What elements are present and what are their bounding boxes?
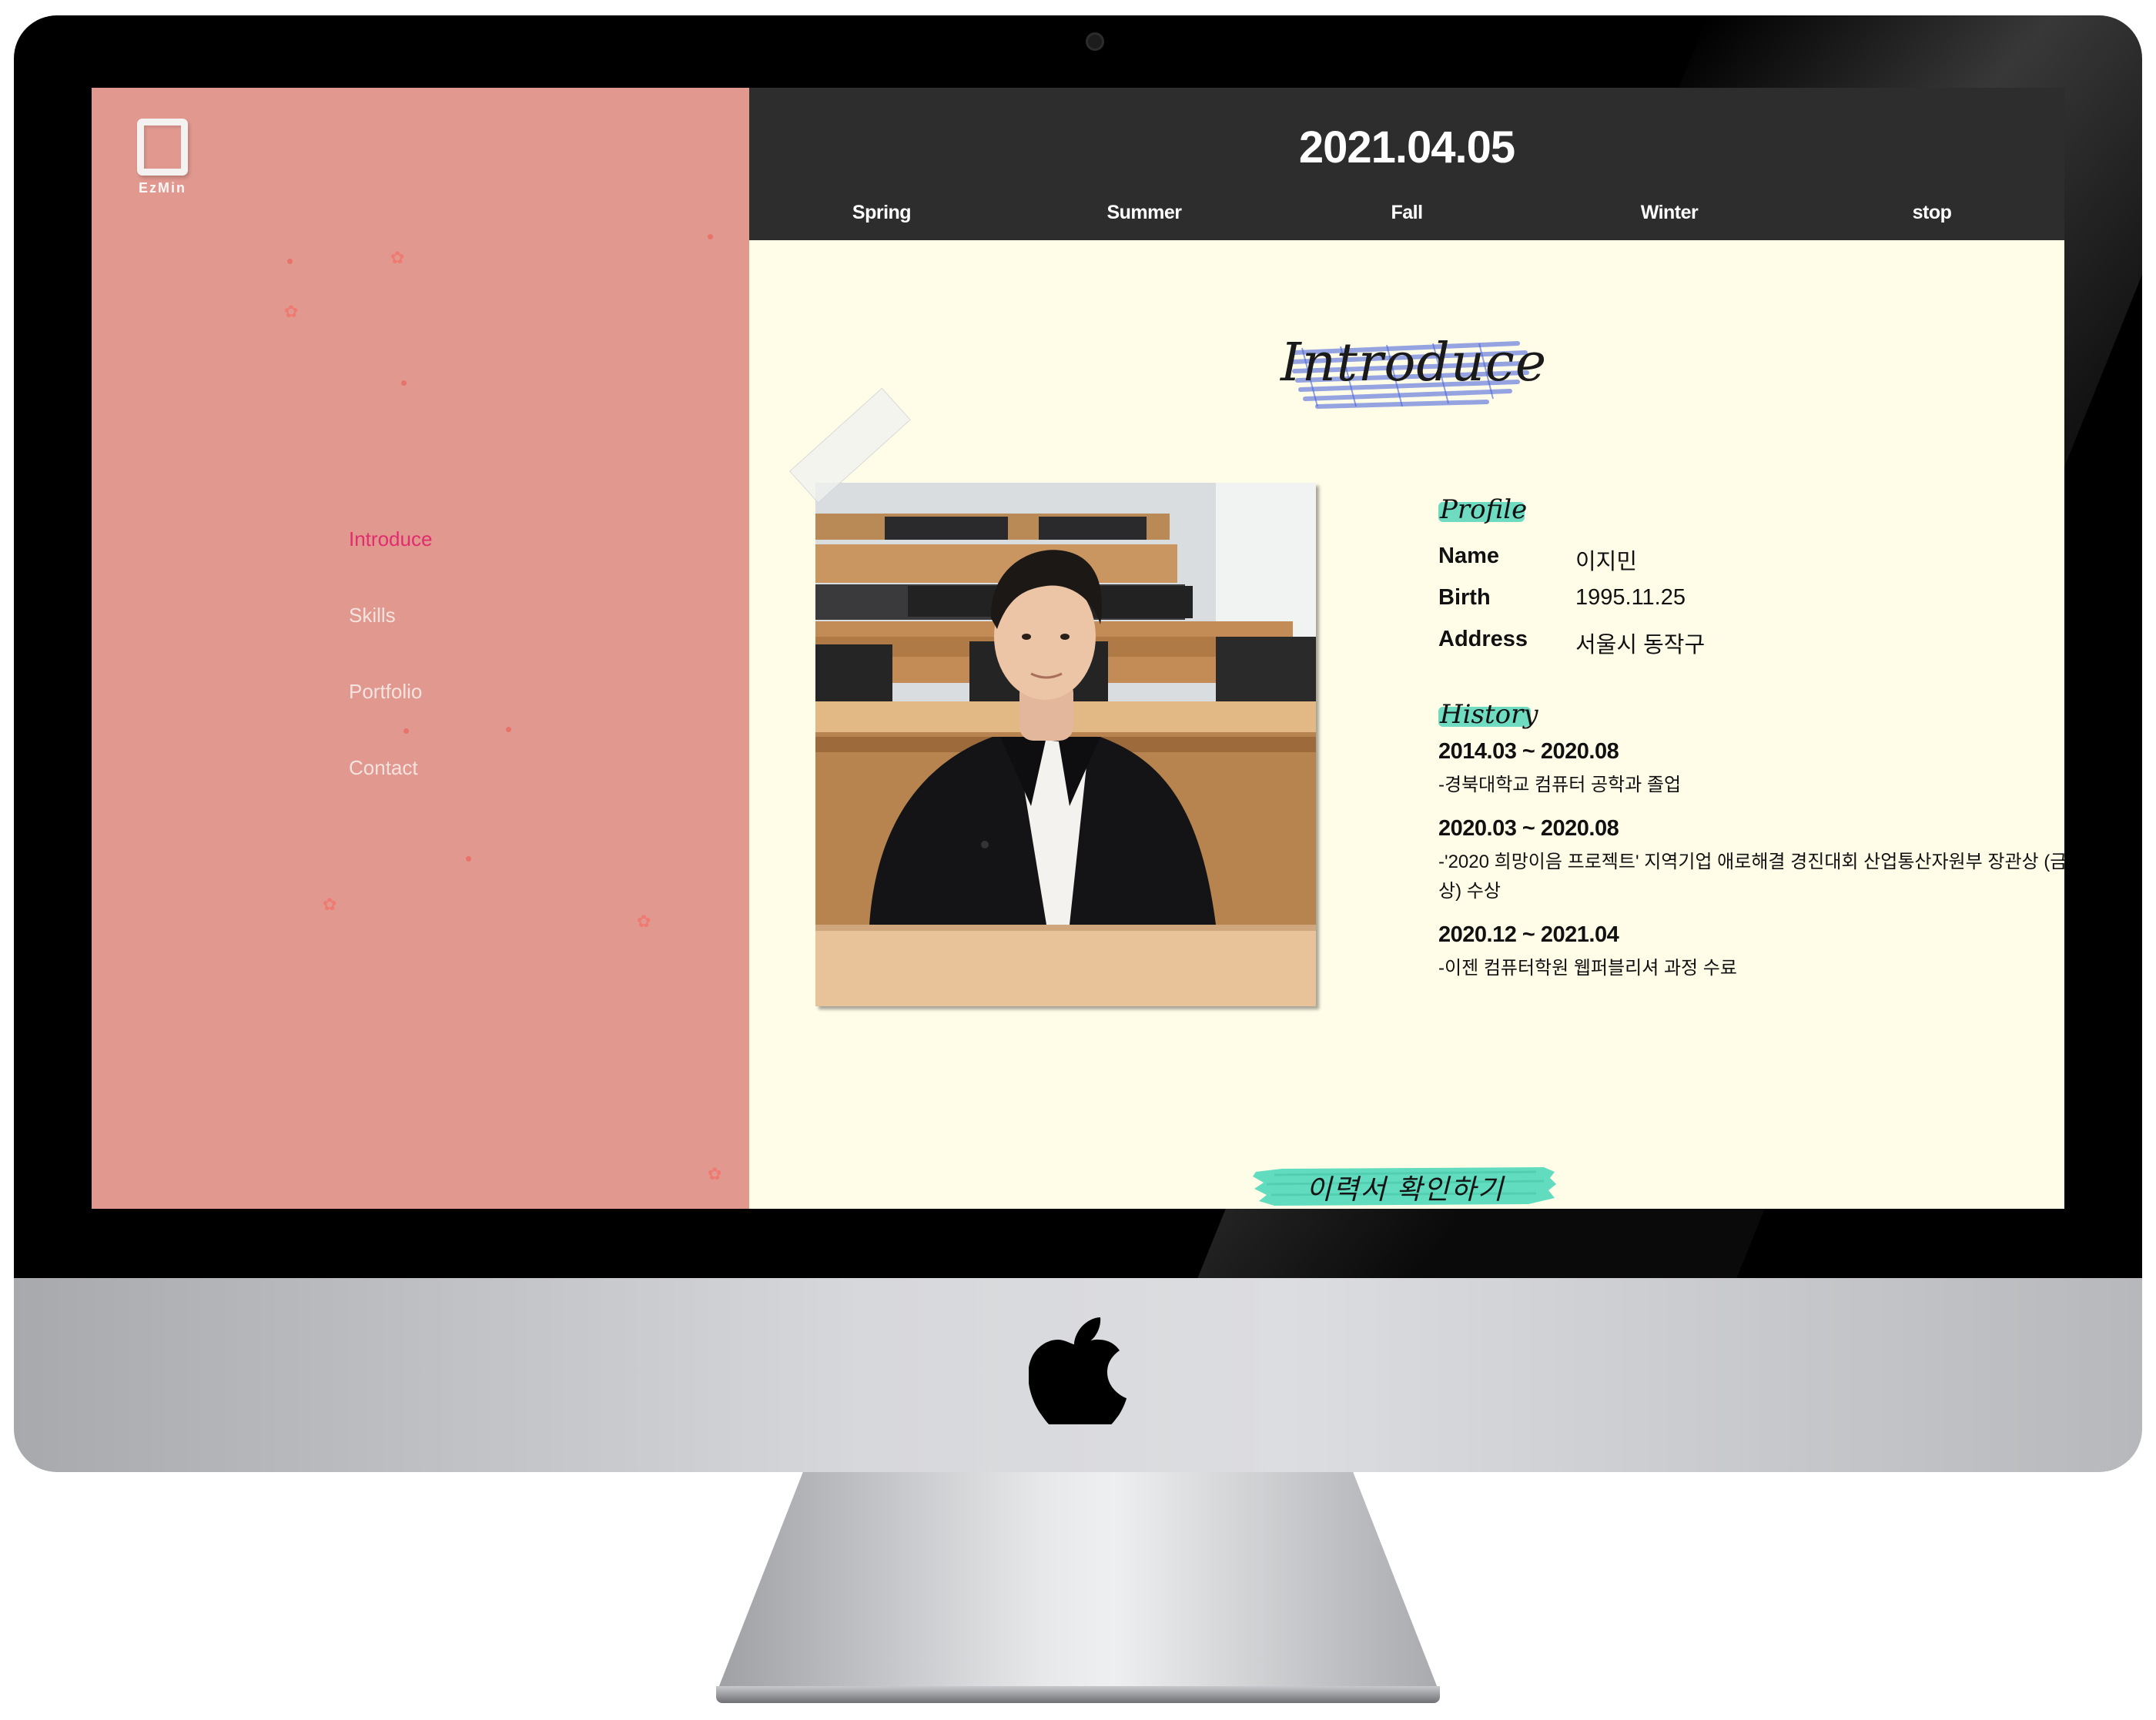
nav-item-contact[interactable]: Contact [349, 745, 432, 821]
imac-stand [716, 1472, 1440, 1694]
profile-photo [815, 483, 1316, 1006]
cherry-blossom-icon: ✿ [390, 248, 405, 267]
resume-button[interactable]: 이력서 확인하기 [1251, 1161, 1559, 1209]
history-item: 2014.03 ~ 2020.08 -경북대학교 컴퓨터 공학과 졸업 [1438, 739, 2064, 800]
section-heading: Introduce [1281, 322, 1548, 422]
top-bar: 2021.04.05 Spring Summer Fall Winter sto… [749, 88, 2064, 240]
profile-title: Profile [1440, 494, 1528, 525]
cherry-blossom-icon: ✿ [637, 912, 651, 931]
cherry-blossom-icon: ✿ [284, 302, 299, 321]
profile-key: Address [1438, 627, 1528, 651]
history-period: 2020.12 ~ 2021.04 [1438, 922, 1619, 947]
logo-mark-icon [137, 119, 188, 176]
introduce-section: Introduce Profile Name 이지민 Birth 1995.11… [749, 240, 2064, 1209]
petal-dot [287, 259, 293, 264]
season-tabs: Spring Summer Fall Winter stop [749, 202, 2064, 233]
sidebar: EzMin ✿ ✿ ✿ ✿ ✿ Introduce Skills Portfol… [92, 88, 749, 1209]
history-title: History [1440, 699, 1538, 730]
site-logo[interactable]: EzMin [135, 119, 190, 196]
cherry-blossom-icon: ✿ [323, 895, 337, 914]
profile-photo-image [815, 483, 1316, 1006]
petal-dot [401, 380, 407, 386]
imac-stand-base [716, 1686, 1440, 1703]
profile-value: 이지민 [1575, 550, 1638, 574]
webcam [1086, 32, 1104, 51]
history-item: 2020.03 ~ 2020.08 -'2020 희망이음 프로젝트' 지역기업… [1438, 816, 2064, 906]
history-period: 2020.03 ~ 2020.08 [1438, 816, 1619, 841]
petal-dot [708, 234, 713, 239]
history-desc: -이젠 컴퓨터학원 웹퍼블리셔 과정 수료 [1438, 958, 1737, 979]
profile-key: Birth [1438, 585, 1491, 610]
screen: EzMin ✿ ✿ ✿ ✿ ✿ Introduce Skills Portfol… [92, 88, 2064, 1209]
current-date: 2021.04.05 [1298, 122, 1515, 172]
cherry-blossom-icon: ✿ [708, 1164, 722, 1183]
history-period: 2014.03 ~ 2020.08 [1438, 739, 1619, 764]
history-desc: -경북대학교 컴퓨터 공학과 졸업 [1438, 775, 1682, 795]
tab-winter[interactable]: Winter [1592, 202, 1746, 224]
profile-value: 1995.11.25 [1575, 585, 1686, 610]
side-nav: Introduce Skills Portfolio Contact [349, 516, 432, 821]
nav-item-portfolio[interactable]: Portfolio [349, 668, 432, 745]
history-desc: -'2020 희망이음 프로젝트' 지역기업 애로해결 경진대회 산업통산자원부… [1438, 852, 2064, 902]
profile-label: Profile [1438, 494, 1527, 525]
imac-chin [14, 1278, 2142, 1472]
tab-spring[interactable]: Spring [805, 202, 959, 224]
petal-dot [506, 727, 511, 732]
tab-summer[interactable]: Summer [1067, 202, 1221, 224]
history-label: History [1438, 699, 1538, 730]
history-item: 2020.12 ~ 2021.04 -이젠 컴퓨터학원 웹퍼블리셔 과정 수료 [1438, 922, 2064, 983]
profile-value: 서울시 동작구 [1575, 633, 1706, 658]
tab-fall[interactable]: Fall [1330, 202, 1484, 224]
resume-button-label: 이력서 확인하기 [1306, 1173, 1505, 1205]
logo-text: EzMin [139, 180, 186, 196]
profile-key: Name [1438, 544, 1499, 568]
section-title: Introduce [1281, 333, 1548, 393]
nav-item-skills[interactable]: Skills [349, 592, 432, 668]
nav-item-introduce[interactable]: Introduce [349, 516, 432, 592]
apple-logo-icon [1029, 1317, 1127, 1424]
tab-stop[interactable]: stop [1855, 202, 2009, 224]
main-panel: 2021.04.05 Spring Summer Fall Winter sto… [749, 88, 2064, 1209]
petal-dot [466, 856, 471, 862]
